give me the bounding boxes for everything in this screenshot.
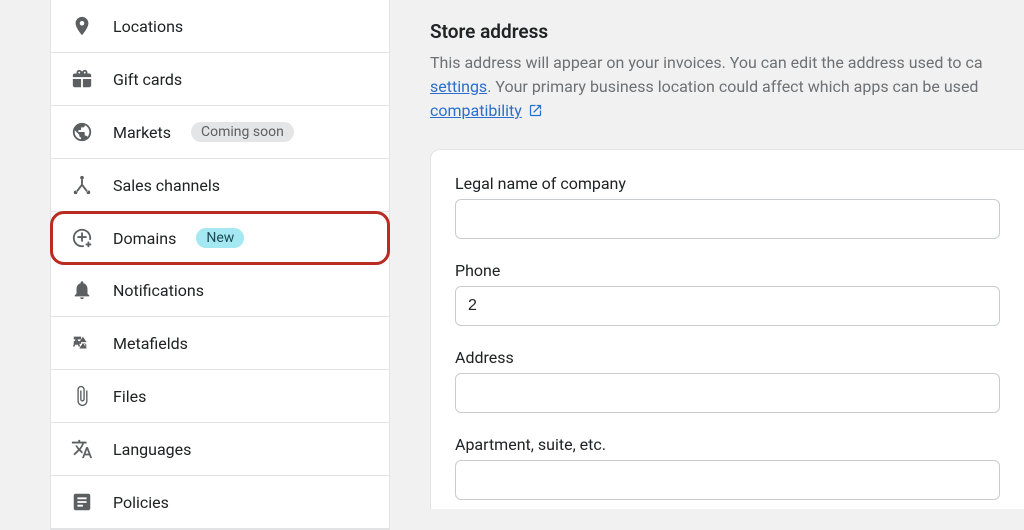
phone-input[interactable]	[455, 286, 1000, 326]
legal-name-input[interactable]	[455, 199, 1000, 239]
sidebar-item-label: Sales channels	[113, 176, 220, 195]
sidebar-item-label: Languages	[113, 440, 191, 459]
highlight-domains: Domains New	[50, 211, 390, 265]
field-phone: Phone	[455, 261, 1000, 326]
globe-icon	[71, 121, 93, 143]
compatibility-link[interactable]: compatibility	[430, 101, 522, 120]
main-content: Store address This address will appear o…	[390, 0, 1024, 509]
sidebar-item-label: Locations	[113, 17, 183, 36]
translate-icon	[71, 438, 93, 460]
sidebar-item-notifications[interactable]: Notifications	[51, 264, 389, 317]
sidebar-item-label: Markets	[113, 123, 171, 142]
location-pin-icon	[71, 15, 93, 37]
gift-icon	[71, 68, 93, 90]
sidebar-item-label: Domains	[113, 229, 176, 248]
sidebar-item-policies[interactable]: Policies	[51, 476, 389, 529]
address-input[interactable]	[455, 373, 1000, 413]
svg-text:A: A	[73, 337, 81, 350]
bell-icon	[71, 279, 93, 301]
sidebar-item-label: Notifications	[113, 281, 204, 300]
apt-input[interactable]	[455, 460, 1000, 500]
desc-text-1: This address will appear on your invoice…	[430, 53, 983, 72]
sidebar-item-domains[interactable]: Domains New	[53, 214, 387, 262]
phone-label: Phone	[455, 261, 1000, 280]
settings-link[interactable]: settings	[430, 77, 487, 96]
sidebar-item-label: Files	[113, 387, 146, 406]
address-label: Address	[455, 348, 1000, 367]
sidebar-item-label: Gift cards	[113, 70, 182, 89]
new-badge: New	[196, 228, 244, 248]
legal-name-label: Legal name of company	[455, 174, 1000, 193]
field-apt: Apartment, suite, etc.	[455, 435, 1000, 500]
desc-text-2: . Your primary business location could a…	[487, 77, 978, 96]
section-description: This address will appear on your invoice…	[430, 51, 1024, 125]
policies-icon	[71, 491, 93, 513]
coming-soon-badge: Coming soon	[191, 122, 294, 142]
field-legal-name: Legal name of company	[455, 174, 1000, 239]
sidebar-item-markets[interactable]: Markets Coming soon	[51, 106, 389, 159]
channels-icon	[71, 174, 93, 196]
address-card: Legal name of company Phone Address Apar…	[430, 149, 1024, 509]
section-title: Store address	[430, 20, 1024, 43]
field-address: Address	[455, 348, 1000, 413]
external-link-icon	[528, 101, 543, 125]
sidebar-list: Locations Gift cards Markets Coming soon…	[50, 0, 390, 530]
sidebar-item-locations[interactable]: Locations	[51, 0, 389, 53]
sidebar-item-languages[interactable]: Languages	[51, 423, 389, 476]
metafields-icon: Aa	[71, 332, 93, 354]
settings-sidebar: Locations Gift cards Markets Coming soon…	[0, 0, 390, 509]
apt-label: Apartment, suite, etc.	[455, 435, 1000, 454]
globe-plus-icon	[71, 227, 93, 249]
sidebar-item-sales-channels[interactable]: Sales channels	[51, 159, 389, 212]
sidebar-item-metafields[interactable]: Aa Metafields	[51, 317, 389, 370]
sidebar-item-files[interactable]: Files	[51, 370, 389, 423]
sidebar-item-label: Metafields	[113, 334, 188, 353]
paperclip-icon	[71, 385, 93, 407]
svg-text:a: a	[82, 342, 87, 352]
sidebar-item-gift-cards[interactable]: Gift cards	[51, 53, 389, 106]
